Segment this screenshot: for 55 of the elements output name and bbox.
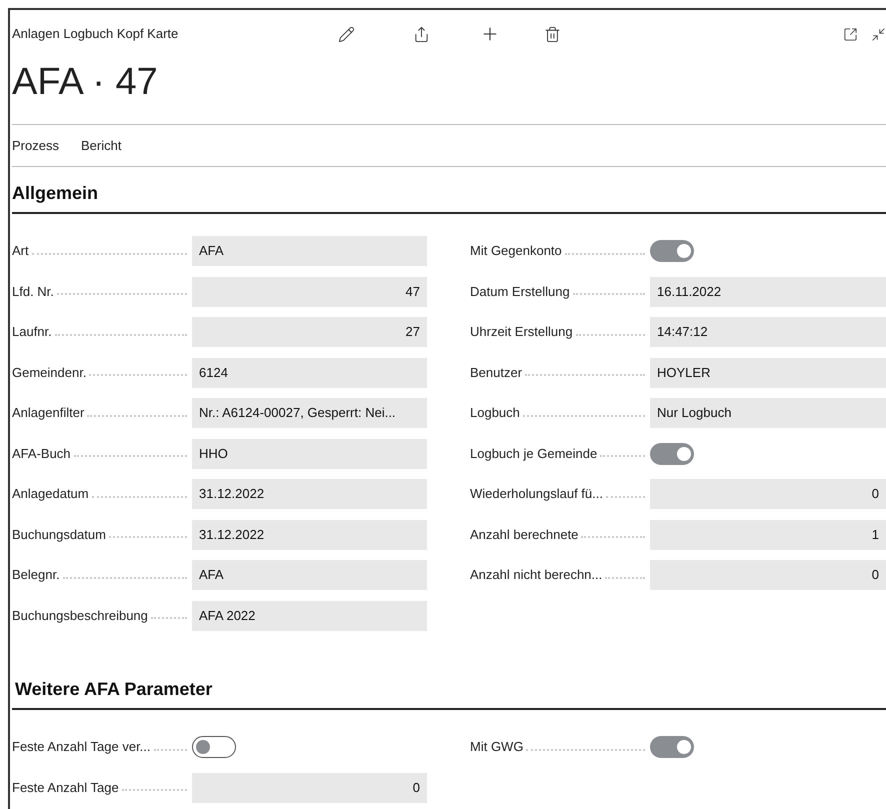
- field-label: Anzahl nicht berechn...: [470, 566, 604, 584]
- delete-icon[interactable]: [544, 26, 562, 42]
- collapse-icon[interactable]: [870, 26, 886, 42]
- section-heading: Weitere AFA Parameter: [15, 678, 212, 701]
- input-field[interactable]: 0: [192, 772, 427, 802]
- field-label: Mit Gegenkonto: [470, 242, 563, 260]
- field-label: Buchungsdatum: [12, 526, 107, 544]
- section-heading: Allgemein: [12, 182, 98, 205]
- toggle-switch[interactable]: [650, 240, 694, 262]
- menu-action[interactable]: Bericht: [80, 136, 122, 156]
- field-label: Belegnr.: [12, 566, 61, 584]
- input-field[interactable]: 27: [192, 317, 427, 347]
- toggle-switch[interactable]: [192, 736, 236, 758]
- field-label: Anlagenfilter: [12, 404, 86, 422]
- input-field[interactable]: 16.11.2022: [650, 276, 886, 306]
- input-field[interactable]: AFA 2022: [192, 600, 427, 630]
- field-label: Anlagedatum: [12, 485, 90, 504]
- input-field[interactable]: 31.12.2022: [192, 520, 427, 550]
- input-field[interactable]: 0: [650, 479, 886, 509]
- field-label: Art: [12, 242, 30, 260]
- toggle-switch[interactable]: [650, 736, 694, 758]
- field-label: Benutzer: [470, 364, 524, 382]
- edit-icon[interactable]: [338, 26, 356, 42]
- page-title: AFA · 47: [12, 63, 158, 101]
- field-label: Wiederholungslauf fü...: [470, 485, 604, 504]
- field-label: Feste Anzahl Tage ver...: [12, 738, 152, 756]
- field-label: Logbuch je Gemeinde: [470, 444, 598, 463]
- field-label: Laufnr.: [12, 323, 53, 342]
- field-label: Anzahl berechnete: [470, 526, 580, 544]
- input-field[interactable]: 1: [650, 520, 886, 550]
- field-label: Lfd. Nr.: [12, 282, 55, 301]
- open-new-window-icon[interactable]: [843, 26, 858, 42]
- input-field[interactable]: Nr.: A6124-00027, Gesperrt: Nei...: [192, 398, 427, 428]
- input-field[interactable]: 6124: [192, 358, 427, 388]
- page-caption: Anlagen Logbuch Kopf Karte: [12, 25, 180, 44]
- input-field[interactable]: AFA: [192, 236, 427, 266]
- field-label: Gemeindenr.: [12, 364, 88, 382]
- field-label: Datum Erstellung: [470, 282, 571, 301]
- input-field[interactable]: 47: [192, 276, 427, 306]
- share-icon[interactable]: [413, 26, 430, 42]
- field-label: Mit GWG: [470, 738, 524, 756]
- input-field[interactable]: Nur Logbuch: [650, 398, 886, 428]
- toggle-switch[interactable]: [650, 442, 694, 464]
- input-field[interactable]: AFA: [192, 560, 427, 590]
- field-label: Logbuch: [470, 404, 521, 422]
- field-label: Feste Anzahl Tage: [12, 778, 120, 797]
- input-field[interactable]: 31.12.2022: [192, 479, 427, 509]
- input-field[interactable]: 0: [650, 560, 886, 590]
- field-label: Buchungsbeschreibung: [12, 606, 149, 625]
- input-field[interactable]: HOYLER: [650, 358, 886, 388]
- menu-action[interactable]: Prozess: [12, 136, 59, 156]
- field-label: AFA-Buch: [12, 444, 72, 463]
- field-label: Uhrzeit Erstellung: [470, 323, 574, 342]
- input-field[interactable]: HHO: [192, 438, 427, 468]
- input-field[interactable]: 14:47:12: [650, 317, 886, 347]
